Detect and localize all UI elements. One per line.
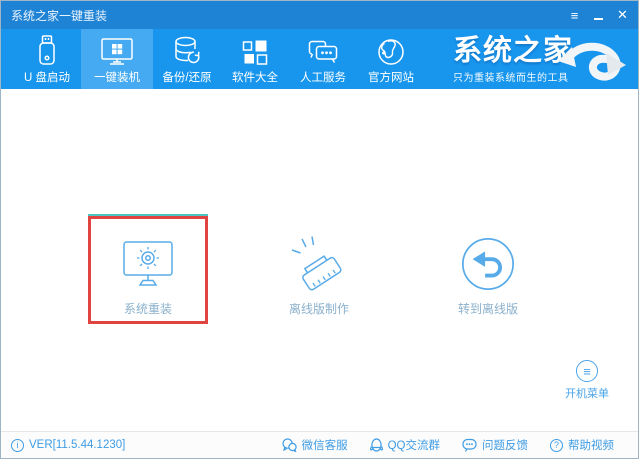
- nav-item-software[interactable]: 软件大全: [221, 29, 289, 89]
- wechat-icon: [282, 438, 297, 452]
- boot-menu-button[interactable]: ≡ 开机菜单: [551, 360, 623, 401]
- option-system-reinstall[interactable]: 系统重装: [88, 216, 208, 324]
- boot-menu-icon: ≡: [576, 360, 598, 382]
- back-arrow-circle-icon: [428, 235, 548, 293]
- version-info[interactable]: i VER[11.5.44.1230]: [11, 438, 126, 452]
- titlebar: 系统之家一键重装 ≡ ✕: [1, 1, 638, 29]
- nav-item-backup-restore[interactable]: 备份/还原: [153, 29, 221, 89]
- qq-icon: [369, 438, 383, 452]
- status-links: 微信客服 QQ交流群 问题反馈 ? 帮助视频: [282, 437, 614, 453]
- main-content: 系统重装 离线版制作 转到离线版 ≡ 开机菜单: [1, 89, 638, 431]
- brand-logo: 系统之家 只为重装系统而生的工具: [453, 35, 574, 85]
- database-restore-icon: [173, 34, 201, 66]
- link-label: 微信客服: [301, 440, 348, 452]
- nav-item-label: 一键装机: [94, 71, 140, 84]
- nav-item-usb-boot[interactable]: U 盘启动: [13, 29, 81, 89]
- info-icon: i: [11, 438, 24, 452]
- menu-icon[interactable]: ≡: [567, 8, 582, 23]
- monitor-windows-icon: [100, 34, 134, 66]
- nav-item-label: 备份/还原: [162, 71, 212, 84]
- close-button[interactable]: ✕: [615, 7, 630, 23]
- link-label: 帮助视频: [568, 440, 614, 452]
- globe-icon: [377, 34, 405, 66]
- app-window: 系统之家一键重装 ≡ ✕ U 盘启动 一键装机 备份/还原 软件大全 人工服务 …: [0, 0, 639, 459]
- nav-item-label: U 盘启动: [24, 71, 70, 84]
- brand-tagline: 只为重装系统而生的工具: [453, 73, 569, 85]
- link-label: QQ交流群: [387, 440, 440, 452]
- brand-name: 系统之家: [453, 35, 574, 67]
- offline-plug-icon: [259, 235, 379, 293]
- nav-item-one-click-install[interactable]: 一键装机: [81, 29, 153, 89]
- status-bar: i VER[11.5.44.1230] 微信客服 QQ交流群 问题反馈 ? 帮助…: [1, 431, 638, 458]
- help-question-icon: ?: [550, 438, 563, 452]
- nav-item-label: 人工服务: [300, 71, 346, 84]
- link-feedback[interactable]: 问题反馈: [462, 437, 528, 453]
- link-wechat-support[interactable]: 微信客服: [282, 437, 348, 453]
- window-controls: ≡ ✕: [567, 7, 630, 23]
- window-title: 系统之家一键重装: [11, 8, 108, 23]
- nav-item-label: 官方网站: [368, 71, 414, 84]
- minimize-icon: [594, 17, 603, 20]
- nav-bar: U 盘启动 一键装机 备份/还原 软件大全 人工服务 官方网站 系统之家 只为重…: [1, 29, 638, 89]
- nav-item-support[interactable]: 人工服务: [289, 29, 357, 89]
- option-offline-maker[interactable]: 离线版制作: [259, 216, 379, 324]
- version-text: VER[11.5.44.1230]: [29, 439, 126, 451]
- brand-swoosh-icon: [556, 39, 628, 87]
- option-goto-offline[interactable]: 转到离线版: [428, 216, 548, 324]
- app-grid-icon: [242, 34, 268, 66]
- boot-menu-label: 开机菜单: [565, 388, 609, 400]
- nav-item-label: 软件大全: [232, 71, 278, 84]
- usb-drive-icon: [34, 34, 60, 66]
- option-label: 离线版制作: [288, 302, 349, 316]
- option-label: 转到离线版: [457, 302, 518, 316]
- link-help-video[interactable]: ? 帮助视频: [550, 437, 614, 453]
- nav-item-website[interactable]: 官方网站: [357, 29, 425, 89]
- link-label: 问题反馈: [482, 440, 528, 452]
- option-label: 系统重装: [123, 302, 172, 316]
- chat-service-icon: [308, 34, 339, 66]
- monitor-gear-icon: [91, 235, 205, 293]
- link-qq-group[interactable]: QQ交流群: [369, 437, 440, 453]
- feedback-bubble-icon: [462, 438, 477, 452]
- minimize-button[interactable]: [591, 8, 606, 23]
